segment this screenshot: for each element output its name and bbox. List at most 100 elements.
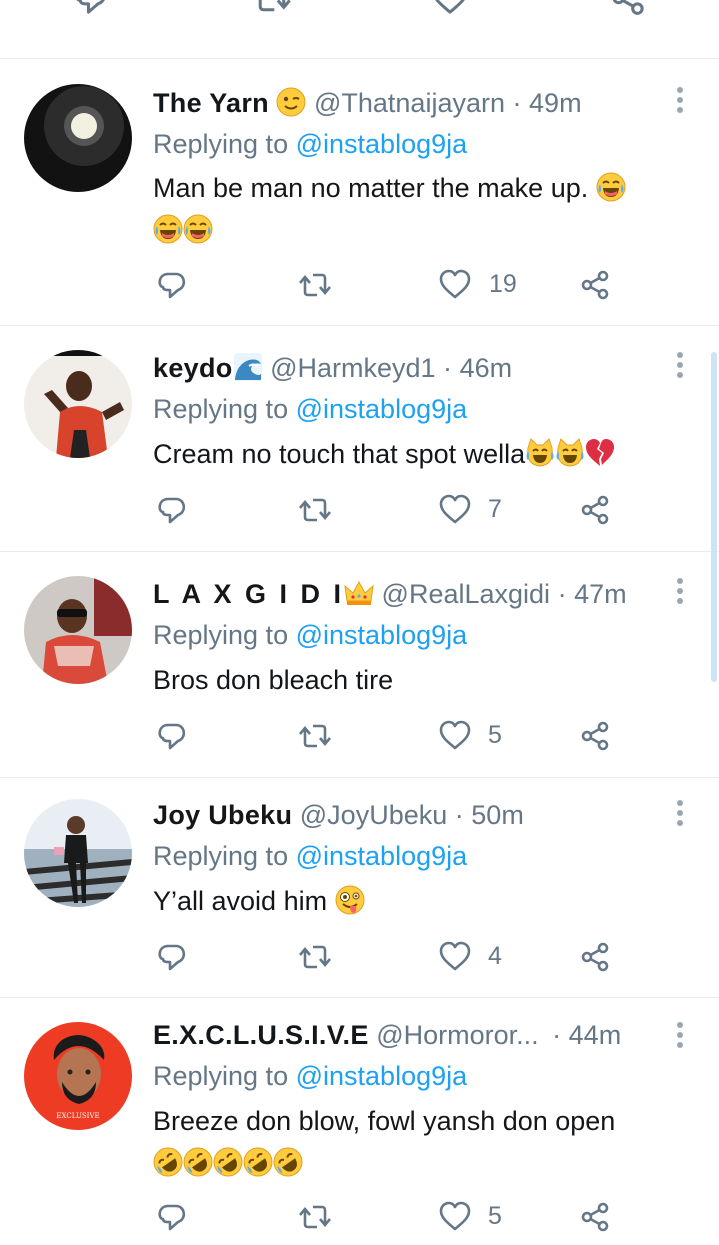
tweet[interactable]: EXCLUSIVE E.X.C.L.U.S.I.V.E @Hormoror...… bbox=[0, 998, 719, 1245]
retweet-icon[interactable] bbox=[298, 719, 332, 753]
avatar[interactable] bbox=[24, 84, 132, 192]
replying-to: Replying to @instablog9ja bbox=[153, 391, 467, 427]
rolling-on-floor-laughing-icon bbox=[153, 1147, 183, 1177]
tears-of-joy-icon bbox=[183, 214, 213, 244]
tweet-text: Y’all avoid him bbox=[153, 880, 693, 922]
retweet-icon[interactable] bbox=[298, 1200, 332, 1234]
more-icon[interactable] bbox=[675, 87, 685, 113]
tweet-text-content: Breeze don blow, fowl yansh don open bbox=[153, 1106, 616, 1136]
timestamp: 46m bbox=[459, 353, 513, 383]
display-name[interactable]: The Yarn bbox=[153, 88, 269, 118]
timestamp: 44m bbox=[568, 1020, 622, 1050]
like-icon[interactable] bbox=[438, 268, 472, 302]
tweet-text-content: Man be man no matter the make up. bbox=[153, 173, 589, 203]
separator-dot: · bbox=[443, 353, 453, 383]
reply-icon[interactable] bbox=[156, 493, 190, 527]
more-icon[interactable] bbox=[675, 1022, 685, 1048]
handle: @Thatnaijayarn bbox=[313, 88, 505, 118]
water-wave-icon bbox=[232, 352, 263, 382]
retweet-icon[interactable] bbox=[298, 493, 332, 527]
previous-tweet-actions bbox=[0, 0, 719, 59]
reply-icon[interactable] bbox=[156, 1200, 190, 1234]
share-icon[interactable] bbox=[578, 493, 612, 527]
reply-icon[interactable] bbox=[156, 940, 190, 974]
like-count: 5 bbox=[488, 721, 502, 749]
scrollbar[interactable] bbox=[711, 352, 717, 682]
tweet-text: Breeze don blow, fowl yansh don open bbox=[153, 1100, 693, 1184]
like-icon[interactable] bbox=[438, 940, 472, 974]
cat-tears-of-joy-icon bbox=[525, 438, 555, 467]
like-count: 4 bbox=[488, 942, 502, 970]
share-icon[interactable] bbox=[578, 268, 612, 302]
tears-of-joy-icon bbox=[595, 172, 626, 202]
tweet[interactable]: Joy Ubeku @JoyUbeku · 50m Replying to @i… bbox=[0, 778, 719, 998]
handle: @RealLaxgidi bbox=[381, 579, 551, 609]
replying-to-label: Replying to bbox=[153, 129, 289, 159]
winking-face-icon bbox=[276, 87, 307, 117]
like-count: 19 bbox=[489, 270, 517, 298]
more-icon[interactable] bbox=[675, 352, 685, 378]
replying-to-handle[interactable]: @instablog9ja bbox=[296, 620, 468, 650]
tweet-actions: 4 bbox=[0, 940, 719, 980]
like-count: 7 bbox=[488, 495, 502, 523]
retweet-icon[interactable] bbox=[298, 940, 332, 974]
replying-to-handle[interactable]: @instablog9ja bbox=[296, 1061, 468, 1091]
tweet-text: Man be man no matter the make up. bbox=[153, 167, 693, 251]
share-icon[interactable] bbox=[578, 1200, 612, 1234]
more-icon[interactable] bbox=[675, 578, 685, 604]
rolling-on-floor-laughing-icon bbox=[213, 1147, 243, 1177]
handle: @Harmkeyd1 bbox=[270, 353, 436, 383]
replying-to-handle[interactable]: @instablog9ja bbox=[296, 129, 468, 159]
timestamp: 47m bbox=[574, 579, 627, 609]
separator-dot: · bbox=[552, 1020, 562, 1050]
timestamp: 50m bbox=[471, 800, 524, 830]
share-icon[interactable] bbox=[578, 940, 612, 974]
retweet-icon[interactable] bbox=[252, 0, 292, 18]
replying-to-handle[interactable]: @instablog9ja bbox=[296, 394, 468, 424]
replying-to-label: Replying to bbox=[153, 620, 289, 650]
crown-icon bbox=[344, 581, 374, 606]
display-name[interactable]: E.X.C.L.U.S.I.V.E bbox=[153, 1020, 369, 1050]
like-icon[interactable] bbox=[430, 0, 470, 18]
display-name[interactable]: L A X G I D I bbox=[153, 579, 344, 609]
tweet-text: Bros don bleach tire bbox=[153, 659, 693, 701]
replying-to: Replying to @instablog9ja bbox=[153, 126, 467, 162]
replying-to: Replying to @instablog9ja bbox=[153, 838, 467, 874]
rolling-on-floor-laughing-icon bbox=[273, 1147, 303, 1177]
separator-dot: · bbox=[512, 88, 522, 118]
tweet[interactable]: The Yarn @Thatnaijayarn · 49m Replying t… bbox=[0, 59, 719, 326]
reply-icon[interactable] bbox=[156, 268, 190, 302]
display-name[interactable]: keydo bbox=[153, 353, 233, 383]
like-icon[interactable] bbox=[438, 1200, 472, 1234]
replying-to-label: Replying to bbox=[153, 1061, 289, 1091]
share-icon[interactable] bbox=[578, 719, 612, 753]
avatar[interactable] bbox=[24, 799, 132, 907]
replying-to: Replying to @instablog9ja bbox=[153, 617, 467, 653]
reply-icon[interactable] bbox=[72, 0, 112, 18]
retweet-icon[interactable] bbox=[298, 268, 332, 302]
tweet-actions: 5 bbox=[0, 719, 719, 759]
rolling-on-floor-laughing-icon bbox=[183, 1147, 213, 1177]
tweet-text: Cream no touch that spot wella bbox=[153, 433, 693, 475]
separator-dot: · bbox=[454, 800, 464, 830]
avatar-text: EXCLUSIVE bbox=[56, 1112, 99, 1120]
display-name[interactable]: Joy Ubeku bbox=[153, 800, 292, 830]
replying-to: Replying to @instablog9ja bbox=[153, 1058, 467, 1094]
tweet-text-content: Y’all avoid him bbox=[153, 886, 328, 916]
replying-to-handle[interactable]: @instablog9ja bbox=[296, 841, 468, 871]
avatar[interactable]: EXCLUSIVE bbox=[24, 1022, 132, 1130]
separator-dot: · bbox=[557, 579, 567, 609]
more-icon[interactable] bbox=[675, 800, 685, 826]
rolling-on-floor-laughing-icon bbox=[243, 1147, 273, 1177]
handle: @Hormoror... bbox=[376, 1020, 539, 1050]
tweet[interactable]: keydo @Harmkeyd1 · 46m Replying to @inst… bbox=[0, 326, 719, 552]
avatar[interactable] bbox=[24, 350, 132, 458]
broken-heart-icon bbox=[586, 439, 615, 466]
share-icon[interactable] bbox=[608, 0, 648, 18]
like-icon[interactable] bbox=[438, 493, 472, 527]
tweet-text-content: Bros don bleach tire bbox=[153, 665, 394, 695]
tweet[interactable]: L A X G I D I @RealLaxgidi · 47m Replyin… bbox=[0, 552, 719, 778]
avatar[interactable] bbox=[24, 576, 132, 684]
reply-icon[interactable] bbox=[156, 719, 190, 753]
like-icon[interactable] bbox=[438, 719, 472, 753]
